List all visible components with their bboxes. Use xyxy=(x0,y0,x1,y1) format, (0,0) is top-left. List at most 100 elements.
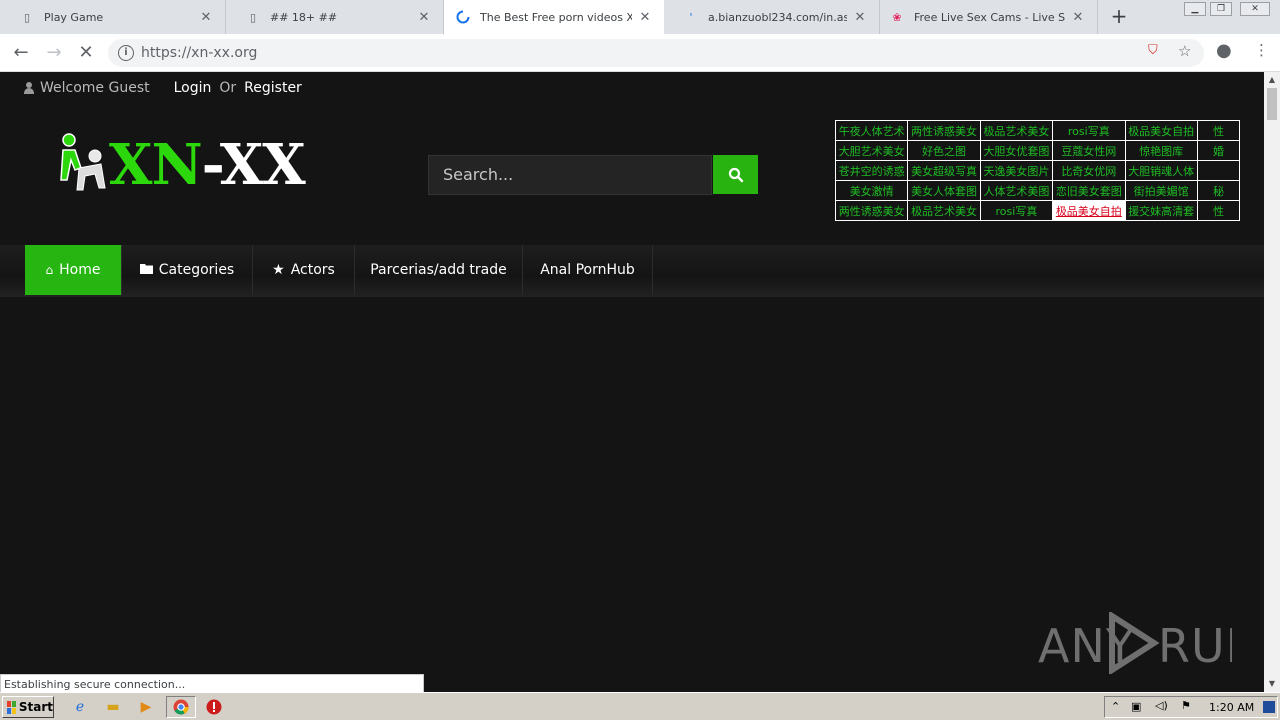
search-input[interactable]: Search... xyxy=(428,155,712,195)
minimize-button[interactable]: ▁ xyxy=(1184,2,1206,16)
ad-link[interactable]: 恋旧美女套图 xyxy=(1052,180,1126,201)
page-scrollbar[interactable]: ▲ ▼ xyxy=(1264,72,1280,692)
close-icon[interactable]: ✕ xyxy=(853,10,867,25)
clock[interactable]: 1:20 AM xyxy=(1209,701,1254,714)
ad-link[interactable]: 极品艺术美女 xyxy=(979,120,1054,141)
ad-table: 午夜人体艺术 两性诱惑美女 极品艺术美女 rosi写真 极品美女自拍性大胆艺术美女 好色之… xyxy=(835,120,1240,221)
ad-row: 美女激情 美女人体套图 人体艺术美图 恋旧美女套图 街拍美媚馆秘 xyxy=(835,180,1240,201)
ad-link[interactable]: 极品艺术美女 xyxy=(907,200,981,221)
ad-link[interactable]: 婚 xyxy=(1196,140,1240,161)
address-bar[interactable]: i https://xn-xx.org ⛉ ☆ xyxy=(108,39,1204,67)
windows-flag-icon xyxy=(7,700,16,714)
tab-xvideos[interactable]: The Best Free porn videos Xvide ✕ xyxy=(444,0,664,34)
scroll-thumb[interactable] xyxy=(1267,88,1277,120)
nav-parcerias[interactable]: Parcerias/add trade xyxy=(355,245,523,295)
flag-icon[interactable]: ⚑ xyxy=(1181,699,1191,712)
tab-18plus[interactable]: ▯ ## 18+ ## ✕ xyxy=(226,0,444,34)
ad-link[interactable]: 援交妹高清套 xyxy=(1124,200,1198,221)
main-nav: ⌂ Home Categories ★ Actors Parcerias/add… xyxy=(0,245,1264,297)
site-logo[interactable]: XN-XX xyxy=(55,130,306,200)
close-icon[interactable]: ✕ xyxy=(417,10,431,25)
ad-link[interactable]: 性 xyxy=(1196,200,1240,221)
register-link[interactable]: Register xyxy=(244,80,302,96)
nav-anal-pornhub[interactable]: Anal PornHub xyxy=(523,245,653,295)
back-arrow-icon[interactable]: ← xyxy=(9,41,33,65)
nav-home[interactable]: ⌂ Home xyxy=(25,245,122,295)
close-icon[interactable]: ✕ xyxy=(638,10,652,25)
start-label: Start xyxy=(18,700,53,714)
tab-bianzuobl[interactable]: ' a.bianzuobl234.com/in.asp?use ✕ xyxy=(664,0,880,34)
show-desktop-icon[interactable] xyxy=(1263,701,1275,713)
tab-title: ## 18+ ## xyxy=(270,10,338,24)
menu-kebab-icon[interactable]: ⋮ xyxy=(1254,41,1269,59)
tab-title: Play Game xyxy=(44,10,104,24)
start-button[interactable]: Start xyxy=(2,696,54,718)
opera-icon[interactable] xyxy=(204,697,224,717)
ad-link[interactable]: 大胆艺术美女 xyxy=(835,140,909,161)
blocked-icon[interactable]: ⛉ xyxy=(1148,43,1158,58)
account-icon[interactable]: ● xyxy=(1216,40,1232,61)
ad-link[interactable]: 性 xyxy=(1196,120,1240,141)
ad-link[interactable]: 美女激情 xyxy=(835,180,909,201)
nav-categories[interactable]: Categories xyxy=(122,245,253,295)
login-link[interactable]: Login xyxy=(174,80,212,96)
lips-icon: ❀ xyxy=(892,10,902,24)
folder-icon[interactable]: ▬ xyxy=(103,697,123,717)
tab-live-cams[interactable]: ❀ Free Live Sex Cams - Live Sex C ✕ xyxy=(880,0,1098,34)
tray-expand-icon[interactable]: ⌃ xyxy=(1111,700,1120,713)
ad-link[interactable]: 豆蔻女性网 xyxy=(1052,140,1126,161)
browser-toolbar: ← → ✕ i https://xn-xx.org ⛉ ☆ ● ⋮ xyxy=(0,34,1280,72)
stop-loading-icon[interactable]: ✕ xyxy=(74,41,98,65)
ad-link[interactable]: 好色之图 xyxy=(907,140,981,161)
ad-link[interactable]: 午夜人体艺术 xyxy=(835,120,909,141)
ad-link[interactable]: 美女超级写真 xyxy=(907,160,981,181)
close-window-button[interactable]: ✕ xyxy=(1240,2,1270,16)
welcome-text: Welcome Guest xyxy=(40,80,150,96)
nav-categories-label: Categories xyxy=(158,262,235,278)
volume-icon[interactable]: ◁) xyxy=(1155,699,1168,712)
ad-link[interactable]: rosi写真 xyxy=(1052,120,1126,141)
logo-part-xx: XX xyxy=(219,132,306,198)
scroll-down-icon[interactable]: ▼ xyxy=(1264,676,1280,692)
ad-link[interactable]: 苍井空的诱惑 xyxy=(835,160,909,181)
ad-link[interactable]: rosi写真 xyxy=(979,200,1054,221)
ie-icon[interactable]: ℯ xyxy=(70,697,90,717)
ad-link[interactable]: 极品美女自拍 xyxy=(1124,120,1198,141)
restore-button[interactable]: ❐ xyxy=(1210,2,1232,16)
page-icon: ▯ xyxy=(23,10,31,24)
ad-link[interactable]: 惊艳图库 xyxy=(1124,140,1198,161)
scroll-up-icon[interactable]: ▲ xyxy=(1264,72,1280,88)
search-button[interactable] xyxy=(713,155,758,194)
logo-figure-icon xyxy=(60,133,106,191)
new-tab-button[interactable]: + xyxy=(1108,5,1130,27)
ad-link[interactable]: 美女人体套图 xyxy=(907,180,981,201)
search-icon xyxy=(728,167,743,182)
ad-link[interactable]: 街拍美媚馆 xyxy=(1124,180,1198,201)
network-icon[interactable]: ▣ xyxy=(1131,700,1141,713)
ad-link[interactable] xyxy=(1196,160,1240,181)
bookmark-star-icon[interactable]: ☆ xyxy=(1178,42,1191,60)
ad-link[interactable]: 天逸美女图片 xyxy=(979,160,1054,181)
nav-actors-label: Actors xyxy=(290,262,335,278)
chrome-taskbar-button[interactable] xyxy=(166,696,196,718)
close-icon[interactable]: ✕ xyxy=(1071,10,1085,25)
nav-anal-pornhub-label: Anal PornHub xyxy=(540,262,635,278)
close-icon[interactable]: ✕ xyxy=(199,10,213,25)
nav-actors[interactable]: ★ Actors xyxy=(253,245,355,295)
ad-link[interactable]: 大胆销魂人体 xyxy=(1124,160,1198,181)
forward-arrow-icon[interactable]: → xyxy=(42,41,66,65)
ad-link[interactable]: 秘 xyxy=(1196,180,1240,201)
ad-link[interactable]: 两性诱惑美女 xyxy=(835,200,909,221)
url-text[interactable]: https://xn-xx.org xyxy=(141,45,257,61)
info-icon[interactable]: i xyxy=(118,45,134,61)
ad-link[interactable]: 比奇女优网 xyxy=(1052,160,1126,181)
ad-link[interactable]: 人体艺术美图 xyxy=(979,180,1054,201)
media-player-icon[interactable]: ▶ xyxy=(136,697,156,717)
watermark-text-run: RUN xyxy=(1158,619,1232,673)
ad-link[interactable]: 两性诱惑美女 xyxy=(907,120,981,141)
status-bar: Establishing secure connection... xyxy=(0,674,424,692)
ad-link[interactable]: 极品美女自拍 xyxy=(1052,200,1126,221)
tab-play-game[interactable]: ▯ Play Game ✕ xyxy=(0,0,226,34)
ad-link[interactable]: 大胆女优套图 xyxy=(979,140,1054,161)
nav-home-label: Home xyxy=(59,262,101,278)
